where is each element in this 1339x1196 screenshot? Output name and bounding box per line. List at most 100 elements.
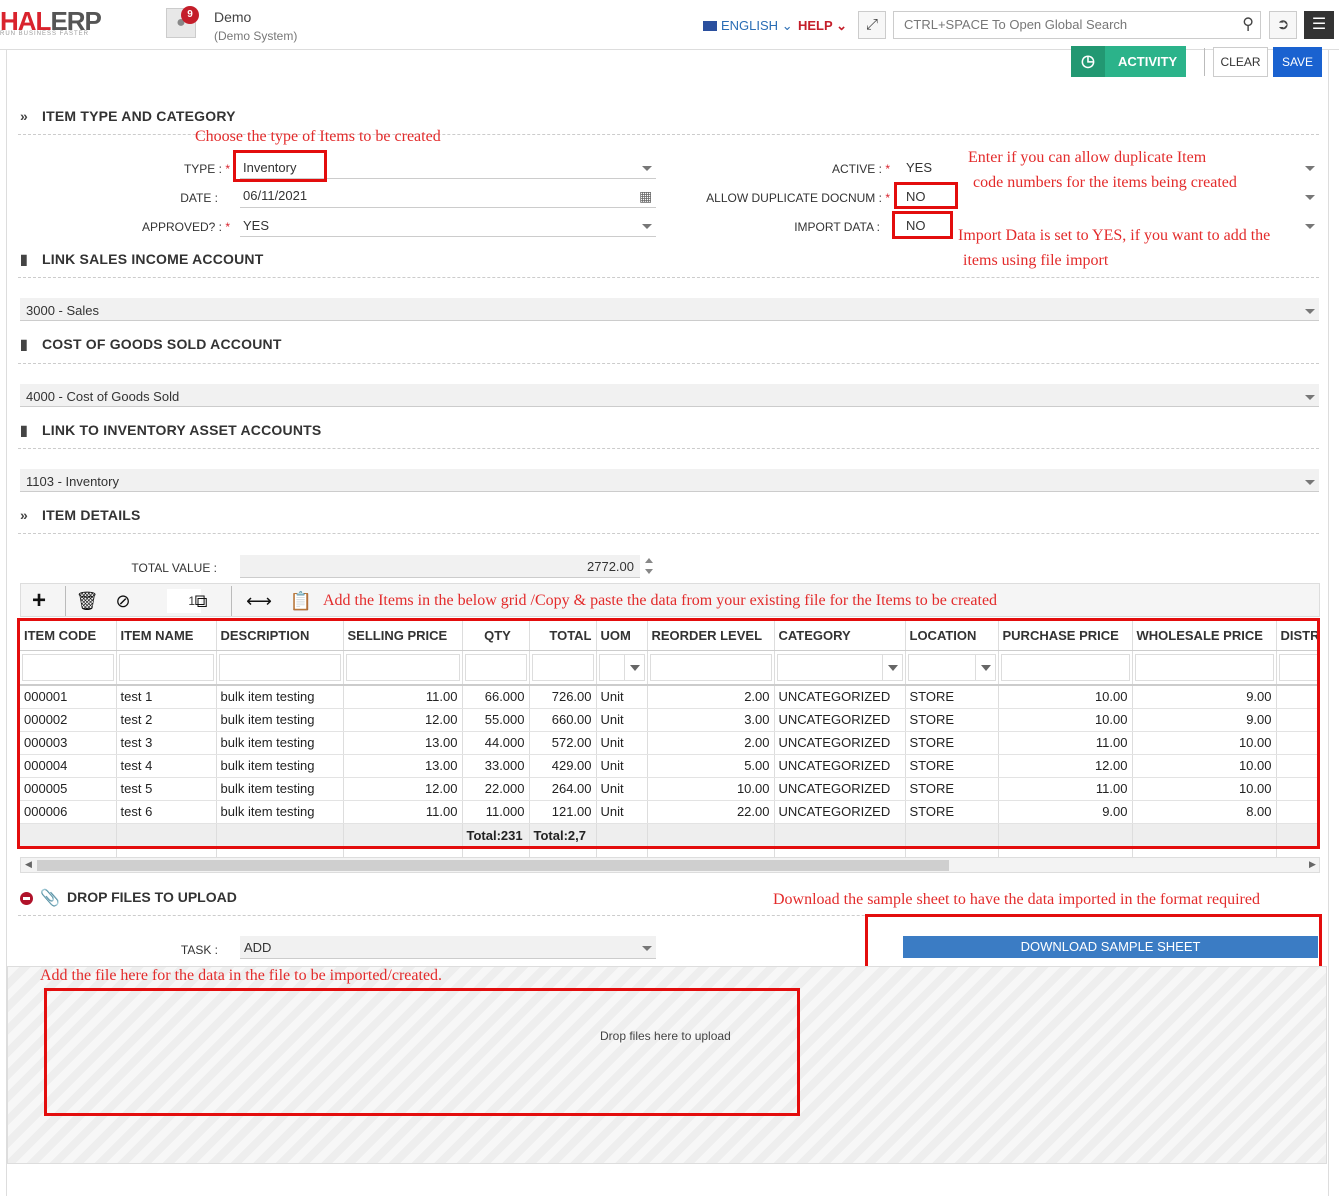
user-name[interactable]: Demo <box>214 9 251 25</box>
annotation-grid: Add the Items in the below grid /Copy & … <box>323 592 998 609</box>
chevron-down-icon <box>1305 395 1315 400</box>
expand-icon: ⤢ <box>865 16 878 33</box>
save-button[interactable]: SAVE <box>1273 47 1322 77</box>
double-chevron-icon: » <box>20 507 28 523</box>
chevron-down-icon <box>642 166 652 171</box>
annotation-duplicate-1: Enter if you can allow duplicate Item <box>968 149 1207 166</box>
clear-button[interactable]: CLEAR <box>1213 47 1268 77</box>
divider <box>1204 48 1205 76</box>
delete-row-button[interactable]: 🗑 <box>75 587 99 615</box>
book-icon: ▮ <box>20 251 28 267</box>
scroll-right-icon[interactable]: ▶ <box>1309 859 1316 870</box>
highlight-grid <box>17 618 1320 849</box>
section-title: LINK SALES INCOME ACCOUNT <box>42 251 264 267</box>
calendar-icon[interactable]: ▦ <box>639 188 652 205</box>
section-sales-income[interactable]: ▮ LINK SALES INCOME ACCOUNT <box>20 251 263 268</box>
chevron-up-icon <box>645 558 653 563</box>
paste-button[interactable]: 📋 <box>289 587 313 615</box>
fit-columns-button[interactable]: ⟷ <box>245 587 273 615</box>
chevron-down-icon <box>1305 224 1315 229</box>
user-company: (Demo System) <box>214 29 298 43</box>
section-inventory-asset[interactable]: ▮ LINK TO INVENTORY ASSET ACCOUNTS <box>20 422 321 439</box>
toolbar-divider <box>65 586 66 616</box>
section-divider <box>18 363 1319 364</box>
search-icon[interactable]: ⚲ <box>1242 12 1254 38</box>
book-icon: ▮ <box>20 422 28 438</box>
chevron-down-icon <box>1305 195 1315 200</box>
copy-button[interactable]: ⧉ <box>189 587 213 615</box>
annotation-import-1: Import Data is set to YES, if you want t… <box>958 227 1271 244</box>
annotation-type: Choose the type of Items to be created <box>195 128 441 145</box>
total-value-label: TOTAL VALUE : <box>131 561 217 575</box>
highlight-duplicate <box>894 182 958 209</box>
chevron-down-icon <box>645 569 653 574</box>
chevron-down-icon <box>642 946 652 951</box>
approved-select[interactable]: YES <box>243 218 269 233</box>
activity-label: ACTIVITY <box>1118 54 1178 69</box>
section-divider <box>18 448 1319 449</box>
cancel-button[interactable]: ⊘ <box>111 587 135 615</box>
annotation-import-2: items using file import <box>963 252 1109 269</box>
section-divider <box>18 533 1319 534</box>
scroll-left-icon[interactable]: ◀ <box>25 859 32 870</box>
section-divider <box>18 277 1319 278</box>
date-underline <box>240 207 656 208</box>
section-item-type[interactable]: » ITEM TYPE AND CATEGORY <box>20 108 236 124</box>
copy-icon: ⧉ <box>194 591 208 611</box>
annotation-duplicate-2: code numbers for the items being created <box>973 174 1237 191</box>
section-title: COST OF GOODS SOLD ACCOUNT <box>42 336 282 352</box>
help-menu[interactable]: HELP ⌄ <box>798 18 847 34</box>
spinner[interactable] <box>642 555 656 578</box>
annotation-drop: Add the file here for the data in the fi… <box>40 967 443 984</box>
annotation-download: Download the sample sheet to have the da… <box>773 891 1260 908</box>
ban-icon: ⊘ <box>115 591 131 611</box>
approved-underline <box>240 236 656 237</box>
inventory-account-select[interactable]: 1103 - Inventory <box>20 469 1319 492</box>
active-label: ACTIVE : * <box>831 162 890 176</box>
chevron-down-icon: ⌄ <box>836 18 847 33</box>
language-selector[interactable]: ENGLISH ⌄ <box>703 18 793 34</box>
menu-button[interactable]: ☰ <box>1304 11 1334 39</box>
help-label: HELP <box>798 18 833 33</box>
type-label: TYPE : * <box>183 162 230 176</box>
section-item-details[interactable]: » ITEM DETAILS <box>20 507 141 523</box>
grid-horizontal-scrollbar[interactable]: ◀ ▶ <box>20 857 1320 873</box>
approved-label: APPROVED? : * <box>141 220 230 234</box>
logout-icon: ➲ <box>1276 16 1290 33</box>
add-row-button[interactable]: + <box>25 587 53 615</box>
chevron-down-icon: ⌄ <box>781 18 793 33</box>
trash-icon: 🗑 <box>75 591 99 611</box>
date-input[interactable]: 06/11/2021 <box>243 188 307 203</box>
import-data-label: IMPORT DATA : <box>794 220 880 234</box>
section-title: ITEM DETAILS <box>42 507 141 523</box>
highlight-type <box>233 150 327 182</box>
duplicate-docnum-label: ALLOW DUPLICATE DOCNUM : * <box>706 191 890 205</box>
flag-icon <box>703 21 717 31</box>
global-search-input[interactable]: CTRL+SPACE To Open Global Search ⚲ <box>893 11 1261 39</box>
toolbar-divider <box>231 586 232 616</box>
chevron-down-icon <box>1305 480 1315 485</box>
search-placeholder: CTRL+SPACE To Open Global Search <box>904 17 1128 32</box>
sales-account-select[interactable]: 3000 - Sales <box>20 298 1319 321</box>
highlight-drop-zone <box>44 988 800 1116</box>
section-title: ITEM TYPE AND CATEGORY <box>42 108 236 124</box>
hamburger-icon: ☰ <box>1311 16 1327 33</box>
chevron-down-icon <box>1305 309 1315 314</box>
notification-badge[interactable]: 9 <box>181 6 199 24</box>
activity-button[interactable]: ◷ ACTIVITY <box>1071 46 1186 77</box>
highlight-import <box>892 211 953 239</box>
section-drop-files[interactable]: DROP FILES TO UPLOAD <box>67 889 237 905</box>
logout-button[interactable]: ➲ <box>1269 11 1297 39</box>
chevron-down-icon <box>642 224 652 229</box>
task-select[interactable]: ADD <box>240 936 656 959</box>
language-label: ENGLISH <box>721 18 779 33</box>
paperclip-icon: 📎 <box>40 890 60 907</box>
top-header: HALERP RUN BUSINESS FASTER ● 9 Demo (Dem… <box>0 0 1339 50</box>
cogs-account-select[interactable]: 4000 - Cost of Goods Sold <box>20 384 1319 407</box>
collapse-icon[interactable] <box>20 892 33 905</box>
total-value-field: 2772.00 <box>240 555 640 578</box>
section-cogs[interactable]: ▮ COST OF GOODS SOLD ACCOUNT <box>20 336 282 353</box>
scrollbar-thumb[interactable] <box>37 860 949 871</box>
fullscreen-button[interactable]: ⤢ <box>858 11 886 39</box>
active-select[interactable]: YES <box>906 160 932 175</box>
